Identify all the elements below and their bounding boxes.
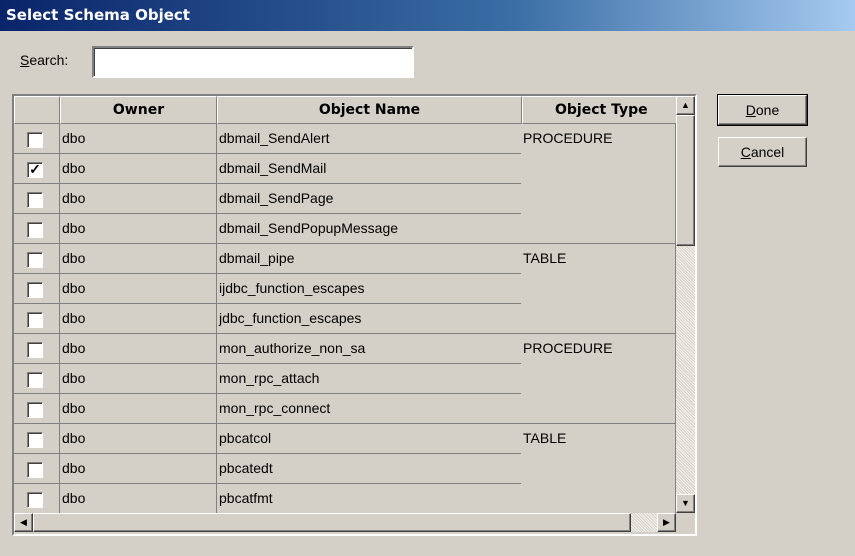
- owner-cell[interactable]: dbo: [60, 454, 217, 484]
- search-input[interactable]: [92, 46, 414, 78]
- grid-body: Owner Object Name Object Type dbo dbmail_…: [14, 96, 676, 513]
- header-object-name[interactable]: Object Name: [217, 96, 522, 124]
- header-check[interactable]: [14, 96, 60, 124]
- row-checkbox[interactable]: [27, 252, 43, 268]
- horizontal-scroll-thumb[interactable]: [33, 513, 631, 532]
- owner-cell[interactable]: dbo: [60, 124, 217, 154]
- object-name-cell[interactable]: pbcatcol: [217, 424, 522, 454]
- row-checkbox[interactable]: [27, 132, 43, 148]
- checkbox-cell: ✓: [14, 154, 60, 184]
- checkbox-cell: [14, 274, 60, 304]
- row-checkbox[interactable]: ✓: [27, 162, 43, 178]
- object-name-cell[interactable]: pbcatfmt: [217, 484, 522, 513]
- owner-cell[interactable]: dbo: [60, 364, 217, 394]
- owner-cell[interactable]: dbo: [60, 184, 217, 214]
- checkbox-cell: [14, 334, 60, 364]
- checkbox-cell: [14, 244, 60, 274]
- object-name-cell[interactable]: mon_authorize_non_sa: [217, 334, 522, 364]
- scroll-down-arrow-icon[interactable]: ▼: [676, 494, 695, 513]
- checkmark-icon: ✓: [29, 161, 41, 177]
- object-name-cell[interactable]: dbmail_SendMail: [217, 154, 522, 184]
- scroll-left-arrow-icon[interactable]: ◀: [14, 513, 33, 532]
- search-label: Search:: [20, 52, 68, 68]
- checkbox-cell: [14, 484, 60, 513]
- object-type-cell[interactable]: TABLE: [521, 424, 676, 513]
- select-schema-object-dialog: Select Schema Object Search: Owner Objec…: [0, 0, 855, 556]
- row-checkbox[interactable]: [27, 432, 43, 448]
- object-type-cell[interactable]: PROCEDURE: [521, 124, 676, 244]
- object-name-cell[interactable]: mon_rpc_connect: [217, 394, 522, 424]
- window-title: Select Schema Object: [6, 6, 190, 24]
- checkbox-cell: [14, 304, 60, 334]
- object-name-cell[interactable]: jdbc_function_escapes: [217, 304, 522, 334]
- checkbox-cell: [14, 214, 60, 244]
- checkbox-cell: [14, 364, 60, 394]
- owner-cell[interactable]: dbo: [60, 334, 217, 364]
- row-checkbox[interactable]: [27, 462, 43, 478]
- checkbox-cell: [14, 394, 60, 424]
- object-name-cell[interactable]: mon_rpc_attach: [217, 364, 522, 394]
- cancel-mnemonic: C: [740, 143, 751, 160]
- row-checkbox[interactable]: [27, 192, 43, 208]
- row-checkbox[interactable]: [27, 312, 43, 328]
- object-name-cell[interactable]: dbmail_SendPopupMessage: [217, 214, 522, 244]
- title-bar[interactable]: Select Schema Object: [0, 0, 855, 31]
- checkbox-cell: [14, 424, 60, 454]
- checkbox-cell: [14, 454, 60, 484]
- schema-object-grid: Owner Object Name Object Type dbo dbmail_…: [12, 94, 697, 536]
- scrollbar-corner: [676, 513, 695, 532]
- owner-cell[interactable]: dbo: [60, 304, 217, 334]
- object-type-cell[interactable]: PROCEDURE: [521, 334, 676, 424]
- done-label: one: [755, 101, 780, 118]
- owner-cell[interactable]: dbo: [60, 154, 217, 184]
- row-checkbox[interactable]: [27, 282, 43, 298]
- row-checkbox[interactable]: [27, 492, 43, 508]
- row-checkbox[interactable]: [27, 372, 43, 388]
- scroll-right-arrow-icon[interactable]: ▶: [657, 513, 676, 532]
- object-name-cell[interactable]: dbmail_pipe: [217, 244, 522, 274]
- scroll-up-arrow-icon[interactable]: ▲: [676, 96, 695, 115]
- header-owner[interactable]: Owner: [60, 96, 217, 124]
- owner-cell[interactable]: dbo: [60, 424, 217, 454]
- owner-cell[interactable]: dbo: [60, 274, 217, 304]
- done-button[interactable]: Done: [717, 94, 808, 126]
- checkbox-cell: [14, 184, 60, 214]
- checkbox-cell: [14, 124, 60, 154]
- owner-cell[interactable]: dbo: [60, 484, 217, 513]
- row-checkbox[interactable]: [27, 402, 43, 418]
- vertical-scrollbar[interactable]: ▲ ▼: [676, 96, 695, 513]
- cancel-label: ancel: [750, 143, 785, 160]
- cancel-button[interactable]: Cancel: [718, 137, 807, 167]
- object-type-cell[interactable]: TABLE: [521, 244, 676, 334]
- row-checkbox[interactable]: [27, 342, 43, 358]
- done-mnemonic: D: [745, 101, 756, 118]
- object-name-cell[interactable]: dbmail_SendPage: [217, 184, 522, 214]
- owner-cell[interactable]: dbo: [60, 244, 217, 274]
- row-checkbox[interactable]: [27, 222, 43, 238]
- horizontal-scrollbar[interactable]: ◀ ▶: [14, 513, 676, 532]
- owner-cell[interactable]: dbo: [60, 214, 217, 244]
- owner-cell[interactable]: dbo: [60, 394, 217, 424]
- search-label-rest: earch:: [29, 52, 69, 68]
- search-label-mnemonic: S: [20, 52, 30, 68]
- vertical-scroll-thumb[interactable]: [676, 115, 695, 246]
- object-name-cell[interactable]: pbcatedt: [217, 454, 522, 484]
- object-name-cell[interactable]: ijdbc_function_escapes: [217, 274, 522, 304]
- header-object-type[interactable]: Object Type: [522, 96, 676, 124]
- object-name-cell[interactable]: dbmail_SendAlert: [217, 124, 522, 154]
